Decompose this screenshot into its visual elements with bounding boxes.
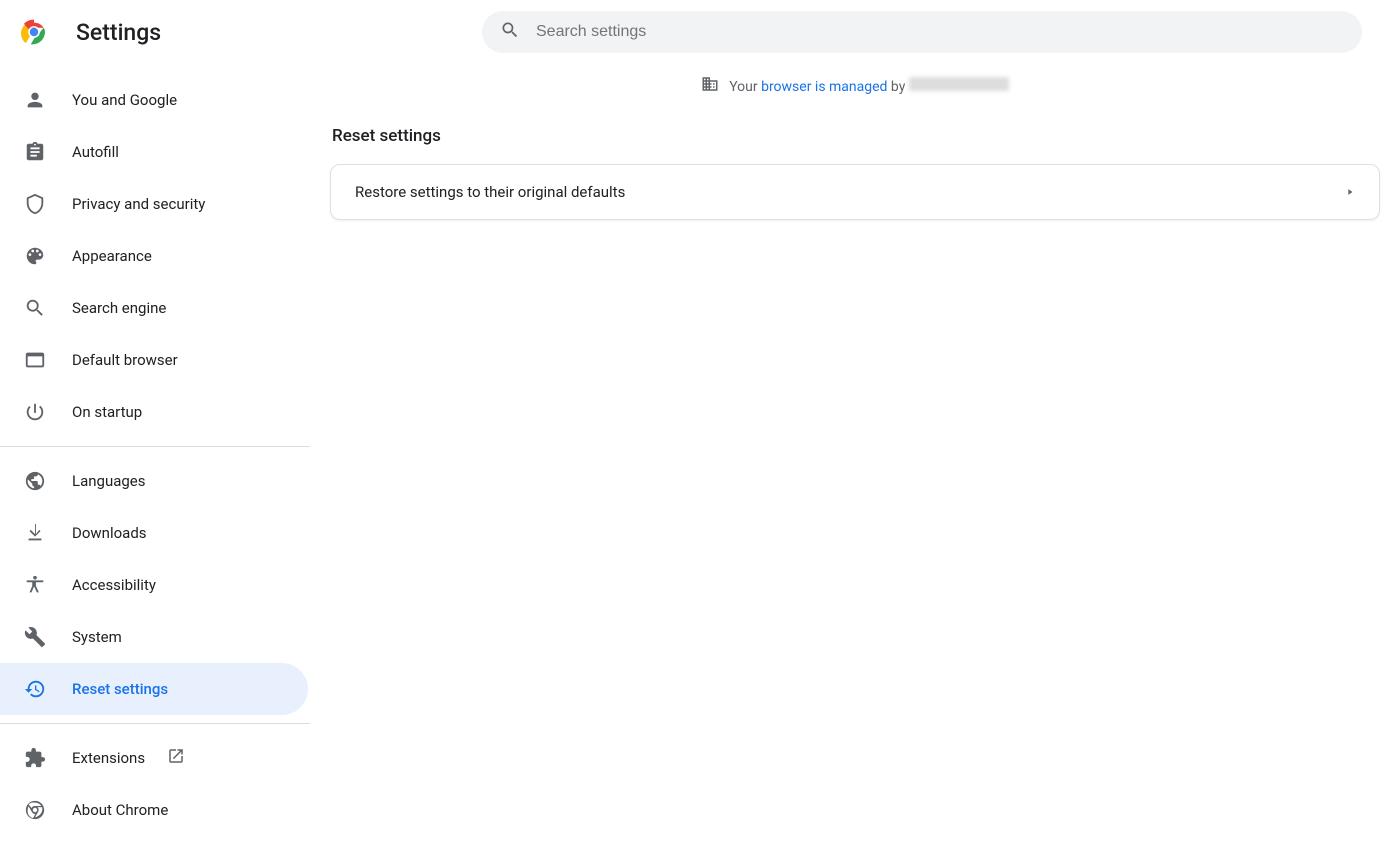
reset-settings-card: Restore settings to their original defau… xyxy=(330,164,1380,220)
sidebar-item-label: Default browser xyxy=(72,351,178,369)
palette-icon xyxy=(24,245,46,267)
managed-prefix: Your xyxy=(729,79,761,95)
browser-icon xyxy=(24,349,46,371)
sidebar-item-label: About Chrome xyxy=(72,801,168,819)
sidebar-item-label: Accessibility xyxy=(72,576,156,594)
wrench-icon xyxy=(24,626,46,648)
sidebar-item-label: Appearance xyxy=(72,247,152,265)
page-title: Settings xyxy=(76,19,161,46)
search-icon xyxy=(500,20,520,44)
managed-suffix: by xyxy=(887,79,908,95)
search-input[interactable] xyxy=(534,22,1344,42)
main-content: Your browser is managed by Reset setting… xyxy=(310,64,1400,867)
chrome-outline-icon xyxy=(24,799,46,821)
sidebar-item-autofill[interactable]: Autofill xyxy=(0,126,308,178)
sidebar-item-about-chrome[interactable]: About Chrome xyxy=(0,784,308,836)
sidebar-item-extensions[interactable]: Extensions xyxy=(0,732,308,784)
sidebar-item-system[interactable]: System xyxy=(0,611,308,663)
sidebar-item-label: On startup xyxy=(72,403,142,421)
sidebar: You and Google Autofill Privacy and secu… xyxy=(0,64,310,867)
sidebar-item-search-engine[interactable]: Search engine xyxy=(0,282,308,334)
restore-icon xyxy=(24,678,46,700)
sidebar-item-downloads[interactable]: Downloads xyxy=(0,507,308,559)
browser-managed-link[interactable]: browser is managed xyxy=(761,79,887,95)
divider xyxy=(0,446,310,447)
domain-icon xyxy=(701,75,719,97)
sidebar-item-privacy[interactable]: Privacy and security xyxy=(0,178,308,230)
restore-defaults-row[interactable]: Restore settings to their original defau… xyxy=(331,165,1379,219)
person-icon xyxy=(24,89,46,111)
sidebar-item-label: Languages xyxy=(72,472,146,490)
sidebar-item-label: Privacy and security xyxy=(72,195,205,213)
sidebar-item-label: Search engine xyxy=(72,299,166,317)
clipboard-icon xyxy=(24,141,46,163)
download-icon xyxy=(24,522,46,544)
sidebar-item-label: System xyxy=(72,628,122,646)
divider xyxy=(0,723,310,724)
search-settings-bar[interactable] xyxy=(482,11,1362,53)
shield-icon xyxy=(24,193,46,215)
sidebar-item-label: Extensions xyxy=(72,749,145,767)
section-title: Reset settings xyxy=(332,126,1380,146)
search-icon xyxy=(24,297,46,319)
restore-defaults-label: Restore settings to their original defau… xyxy=(355,183,625,201)
extension-icon xyxy=(24,747,46,769)
chrome-logo-icon xyxy=(20,18,48,46)
accessibility-icon xyxy=(24,574,46,596)
globe-icon xyxy=(24,470,46,492)
sidebar-item-label: Reset settings xyxy=(72,680,168,698)
chevron-right-icon xyxy=(1345,183,1355,201)
sidebar-item-label: Autofill xyxy=(72,143,119,161)
sidebar-item-label: You and Google xyxy=(72,91,177,109)
sidebar-item-reset-settings[interactable]: Reset settings xyxy=(0,663,308,715)
open-in-new-icon xyxy=(167,747,185,769)
power-icon xyxy=(24,401,46,423)
sidebar-item-languages[interactable]: Languages xyxy=(0,455,308,507)
managed-org-redacted xyxy=(909,77,1009,91)
sidebar-item-you-and-google[interactable]: You and Google xyxy=(0,74,308,126)
sidebar-item-appearance[interactable]: Appearance xyxy=(0,230,308,282)
managed-notice: Your browser is managed by xyxy=(330,64,1380,108)
sidebar-item-on-startup[interactable]: On startup xyxy=(0,386,308,438)
sidebar-item-accessibility[interactable]: Accessibility xyxy=(0,559,308,611)
sidebar-item-default-browser[interactable]: Default browser xyxy=(0,334,308,386)
sidebar-item-label: Downloads xyxy=(72,524,147,542)
